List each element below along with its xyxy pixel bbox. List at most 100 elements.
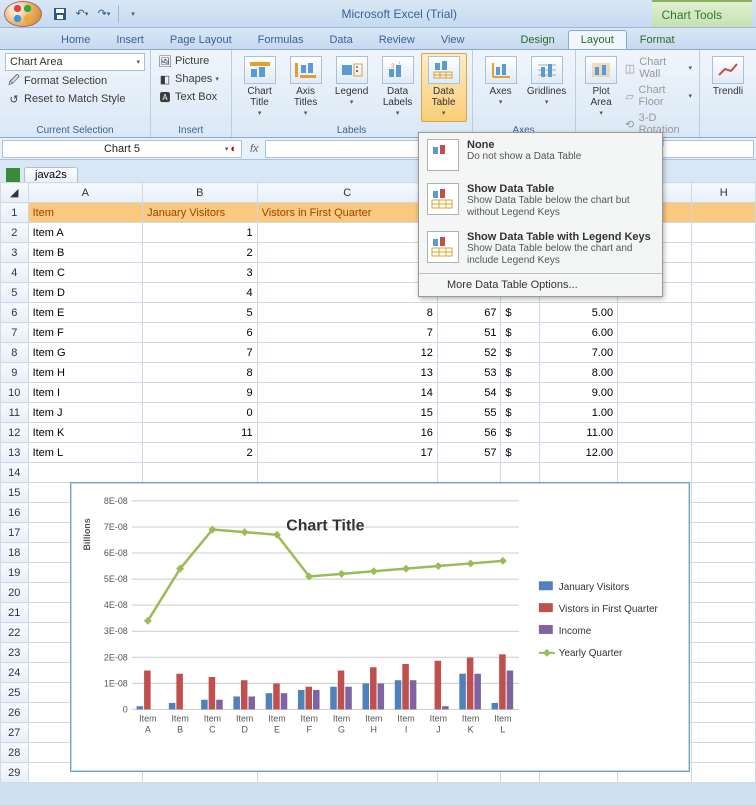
axes-button[interactable]: Axes▾: [478, 53, 524, 111]
dropdown-item[interactable]: Show Data TableShow Data Table below the…: [419, 177, 662, 225]
cell[interactable]: Item G: [28, 343, 143, 363]
cell[interactable]: 15: [257, 403, 437, 423]
row-header[interactable]: 28: [1, 743, 29, 763]
data-labels-button[interactable]: 37Data Labels▾: [375, 53, 421, 122]
cell[interactable]: 13: [257, 363, 437, 383]
cell[interactable]: [692, 763, 756, 783]
cell[interactable]: [692, 603, 756, 623]
cell[interactable]: 1.00: [539, 403, 617, 423]
cell[interactable]: [618, 463, 692, 483]
cell[interactable]: [692, 263, 756, 283]
cell[interactable]: $: [501, 323, 539, 343]
row-header[interactable]: 4: [1, 263, 29, 283]
cell[interactable]: 8.00: [539, 363, 617, 383]
cell[interactable]: 10: [257, 263, 437, 283]
row-header[interactable]: 19: [1, 563, 29, 583]
row-header[interactable]: 25: [1, 683, 29, 703]
cell[interactable]: $: [501, 303, 539, 323]
cell[interactable]: [692, 723, 756, 743]
trendline-button[interactable]: Trendli: [705, 53, 751, 100]
cell[interactable]: Item I: [28, 383, 143, 403]
cell[interactable]: 2: [143, 443, 258, 463]
row-header[interactable]: 12: [1, 423, 29, 443]
cell[interactable]: [257, 463, 437, 483]
cell[interactable]: 9: [257, 283, 437, 303]
row-header[interactable]: 9: [1, 363, 29, 383]
tab-home[interactable]: Home: [48, 30, 103, 49]
cell[interactable]: 53: [437, 363, 501, 383]
tab-review[interactable]: Review: [366, 30, 428, 49]
row-header[interactable]: 11: [1, 403, 29, 423]
cell[interactable]: [618, 383, 692, 403]
cell[interactable]: [618, 443, 692, 463]
row-header[interactable]: 14: [1, 463, 29, 483]
cell[interactable]: Item: [28, 203, 143, 223]
cell[interactable]: 11.00: [539, 423, 617, 443]
workbook-tab[interactable]: java2s: [24, 167, 78, 182]
cell[interactable]: [28, 463, 143, 483]
cell[interactable]: 12: [257, 223, 437, 243]
cell[interactable]: [437, 463, 501, 483]
embedded-chart[interactable]: 01E-082E-083E-084E-085E-086E-087E-088E-0…: [70, 482, 690, 772]
cell[interactable]: [692, 403, 756, 423]
format-selection-button[interactable]: 🖉 Format Selection: [5, 73, 109, 89]
tab-insert[interactable]: Insert: [103, 30, 157, 49]
select-all-corner[interactable]: ◢: [1, 183, 29, 203]
textbox-button[interactable]: 🅰Text Box: [156, 89, 219, 105]
dropdown-item[interactable]: NoneDo not show a Data Table: [419, 133, 662, 177]
tab-format[interactable]: Format: [627, 30, 688, 49]
tab-layout[interactable]: Layout: [568, 30, 627, 49]
fx-icon[interactable]: fx: [244, 143, 265, 155]
cell[interactable]: [692, 343, 756, 363]
cell[interactable]: $: [501, 363, 539, 383]
cell[interactable]: [143, 463, 258, 483]
cell[interactable]: [692, 643, 756, 663]
cell[interactable]: [692, 743, 756, 763]
cell[interactable]: Item F: [28, 323, 143, 343]
row-header[interactable]: 13: [1, 443, 29, 463]
cell[interactable]: Vistors in First Quarter: [257, 203, 437, 223]
cell[interactable]: 0: [143, 403, 258, 423]
cell[interactable]: 52: [437, 343, 501, 363]
cell[interactable]: 56: [437, 423, 501, 443]
row-header[interactable]: 21: [1, 603, 29, 623]
cell[interactable]: Item L: [28, 443, 143, 463]
cell[interactable]: 8: [257, 303, 437, 323]
cell[interactable]: $: [501, 403, 539, 423]
cell[interactable]: 11: [257, 243, 437, 263]
cell[interactable]: 12: [257, 343, 437, 363]
legend-button[interactable]: Legend▾: [329, 53, 375, 111]
row-header[interactable]: 20: [1, 583, 29, 603]
tab-data[interactable]: Data: [316, 30, 365, 49]
cell[interactable]: 55: [437, 403, 501, 423]
chart-floor-button[interactable]: ▱Chart Floor▾: [622, 83, 694, 109]
cell[interactable]: [692, 623, 756, 643]
cell[interactable]: [692, 443, 756, 463]
cell[interactable]: $: [501, 383, 539, 403]
picture-button[interactable]: 🖼Picture: [156, 53, 211, 69]
cell[interactable]: [692, 503, 756, 523]
cell[interactable]: [618, 363, 692, 383]
cell[interactable]: Item B: [28, 243, 143, 263]
cell[interactable]: [692, 423, 756, 443]
cell[interactable]: 17: [257, 443, 437, 463]
cell[interactable]: [692, 683, 756, 703]
cell[interactable]: [692, 463, 756, 483]
cell[interactable]: $: [501, 343, 539, 363]
office-button[interactable]: [4, 1, 42, 27]
chart-title-button[interactable]: Chart Title▾: [237, 53, 283, 122]
cell[interactable]: [618, 343, 692, 363]
cell[interactable]: 14: [257, 383, 437, 403]
cell[interactable]: [692, 223, 756, 243]
undo-icon[interactable]: ↶▾: [74, 6, 90, 22]
row-header[interactable]: 15: [1, 483, 29, 503]
row-header[interactable]: 5: [1, 283, 29, 303]
cell[interactable]: [692, 203, 756, 223]
row-header[interactable]: 6: [1, 303, 29, 323]
cell[interactable]: 8: [143, 363, 258, 383]
cell[interactable]: 7.00: [539, 343, 617, 363]
cell[interactable]: [618, 403, 692, 423]
tab-page-layout[interactable]: Page Layout: [157, 30, 245, 49]
cell[interactable]: 54: [437, 383, 501, 403]
chart-wall-button[interactable]: ◫Chart Wall▾: [622, 55, 694, 81]
